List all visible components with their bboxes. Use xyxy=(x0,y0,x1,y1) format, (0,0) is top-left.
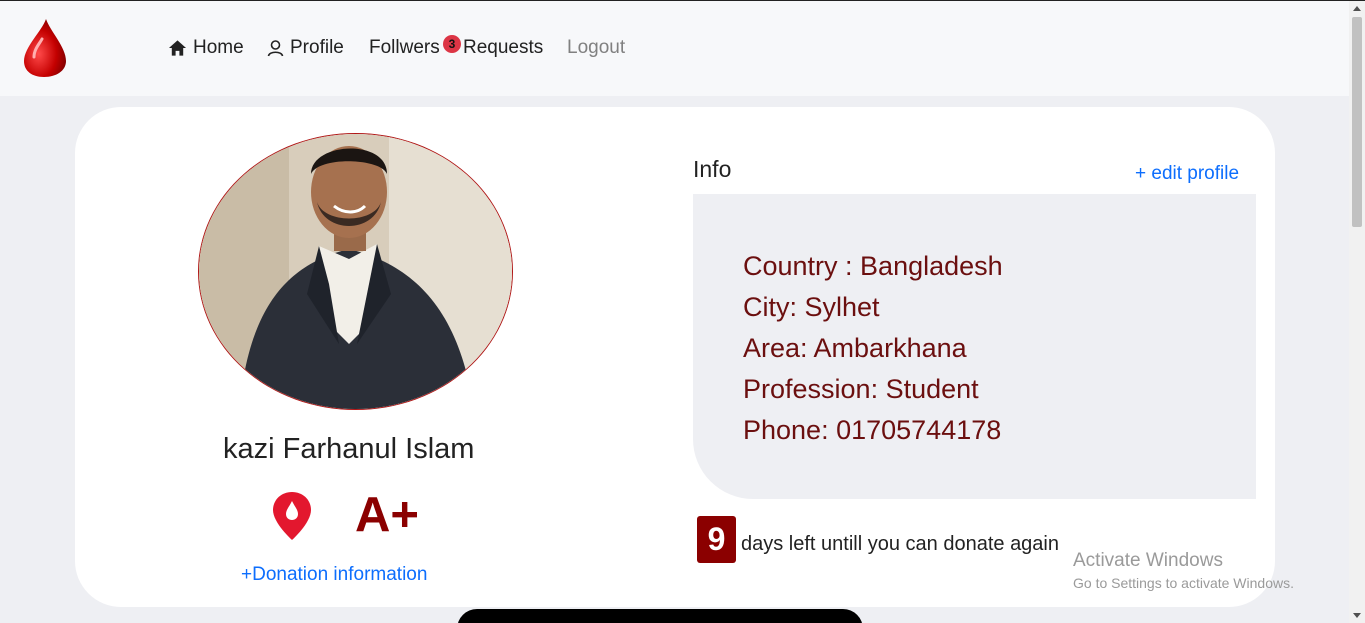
navbar: Home Profile Follwers 3 Requests Logout xyxy=(0,1,1349,96)
nav-profile-label: Profile xyxy=(290,37,344,58)
nav-requests[interactable]: Requests xyxy=(463,37,543,59)
requests-badge: 3 xyxy=(443,35,461,53)
nav-profile[interactable]: Profile xyxy=(267,37,344,59)
info-area: Area: Ambarkhana xyxy=(743,333,967,363)
bottom-bar xyxy=(457,609,863,623)
nav-home[interactable]: Home xyxy=(168,37,244,59)
nav-requests-label: Requests xyxy=(463,37,544,58)
user-name: kazi Farhanul Islam xyxy=(223,433,475,465)
donation-info-link[interactable]: +Donation information xyxy=(241,564,427,586)
nav-logout-label: Logout xyxy=(567,37,626,58)
scrollbar[interactable] xyxy=(1349,1,1365,623)
scroll-thumb[interactable] xyxy=(1352,17,1362,227)
nav-logout[interactable]: Logout xyxy=(567,37,625,59)
edit-profile-link[interactable]: + edit profile xyxy=(1135,163,1239,185)
nav-followers-label: Follwers xyxy=(369,37,440,58)
avatar-photo xyxy=(199,134,512,409)
days-left-count: 9 xyxy=(697,516,736,563)
home-icon xyxy=(168,40,187,56)
blood-group: A+ xyxy=(355,488,420,542)
info-city: City: Sylhet xyxy=(743,292,880,322)
info-phone: Phone: 01705744178 xyxy=(743,415,1002,445)
info-title: Info xyxy=(693,156,732,182)
avatar xyxy=(198,133,513,410)
blood-drop-logo[interactable] xyxy=(20,17,68,79)
user-icon xyxy=(267,40,284,57)
scroll-up-icon[interactable] xyxy=(1353,6,1361,11)
watermark-subtitle: Go to Settings to activate Windows. xyxy=(1073,575,1294,591)
info-profession: Profession: Student xyxy=(743,374,979,404)
info-box: Country : Bangladesh City: Sylhet Area: … xyxy=(693,194,1256,499)
watermark-title: Activate Windows xyxy=(1073,550,1223,571)
info-list: Country : Bangladesh City: Sylhet Area: … xyxy=(743,246,1003,451)
location-pin-icon xyxy=(273,492,311,540)
scroll-down-icon[interactable] xyxy=(1353,613,1361,618)
info-country: Country : Bangladesh xyxy=(743,251,1003,281)
profile-card: kazi Farhanul Islam A+ +Donation informa… xyxy=(75,107,1275,607)
nav-followers[interactable]: Follwers xyxy=(369,37,440,59)
nav-home-label: Home xyxy=(193,37,244,58)
days-left-text: days left untill you can donate again xyxy=(741,533,1059,555)
